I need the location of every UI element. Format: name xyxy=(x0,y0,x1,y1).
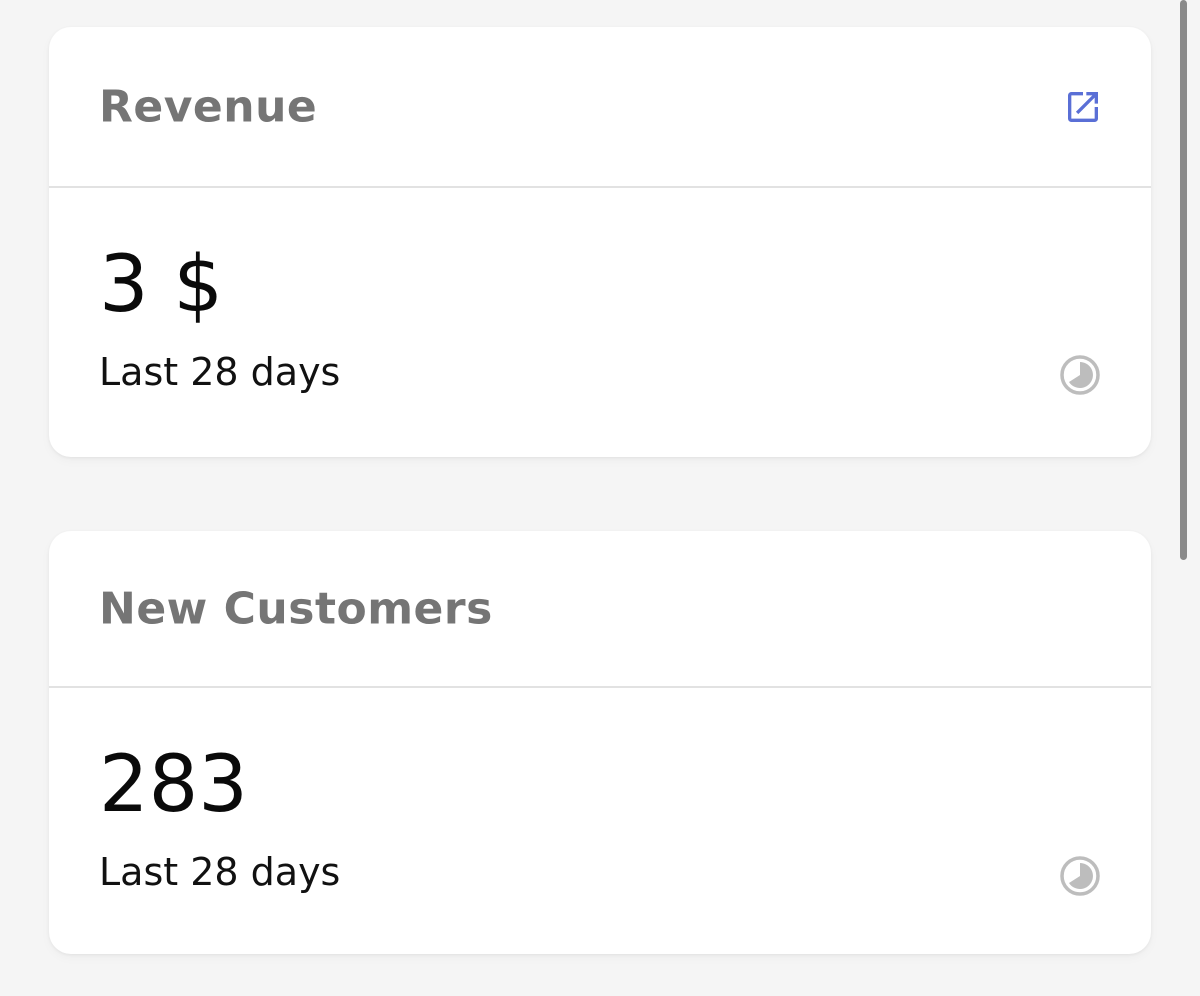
vertical-scrollbar[interactable] xyxy=(1180,0,1187,560)
card-header: Revenue xyxy=(49,27,1151,188)
card-header: New Customers xyxy=(49,531,1151,688)
card-title: Revenue xyxy=(99,81,318,132)
revenue-card: Revenue 3 $ Last 28 days xyxy=(49,27,1151,457)
metric-period: Last 28 days xyxy=(99,350,341,394)
new-customers-card: New Customers 283 Last 28 days xyxy=(49,531,1151,954)
card-title: New Customers xyxy=(99,583,493,634)
external-link-icon xyxy=(1068,91,1098,122)
dashboard-page: Revenue 3 $ Last 28 days New Customers 2… xyxy=(0,0,1200,996)
clock-pie-icon xyxy=(1060,856,1100,896)
metric-period: Last 28 days xyxy=(99,850,341,894)
metric-value: 3 $ xyxy=(99,240,224,330)
open-external-button[interactable] xyxy=(1061,85,1105,129)
metric-value: 283 xyxy=(99,740,248,830)
clock-pie-icon xyxy=(1060,355,1100,395)
